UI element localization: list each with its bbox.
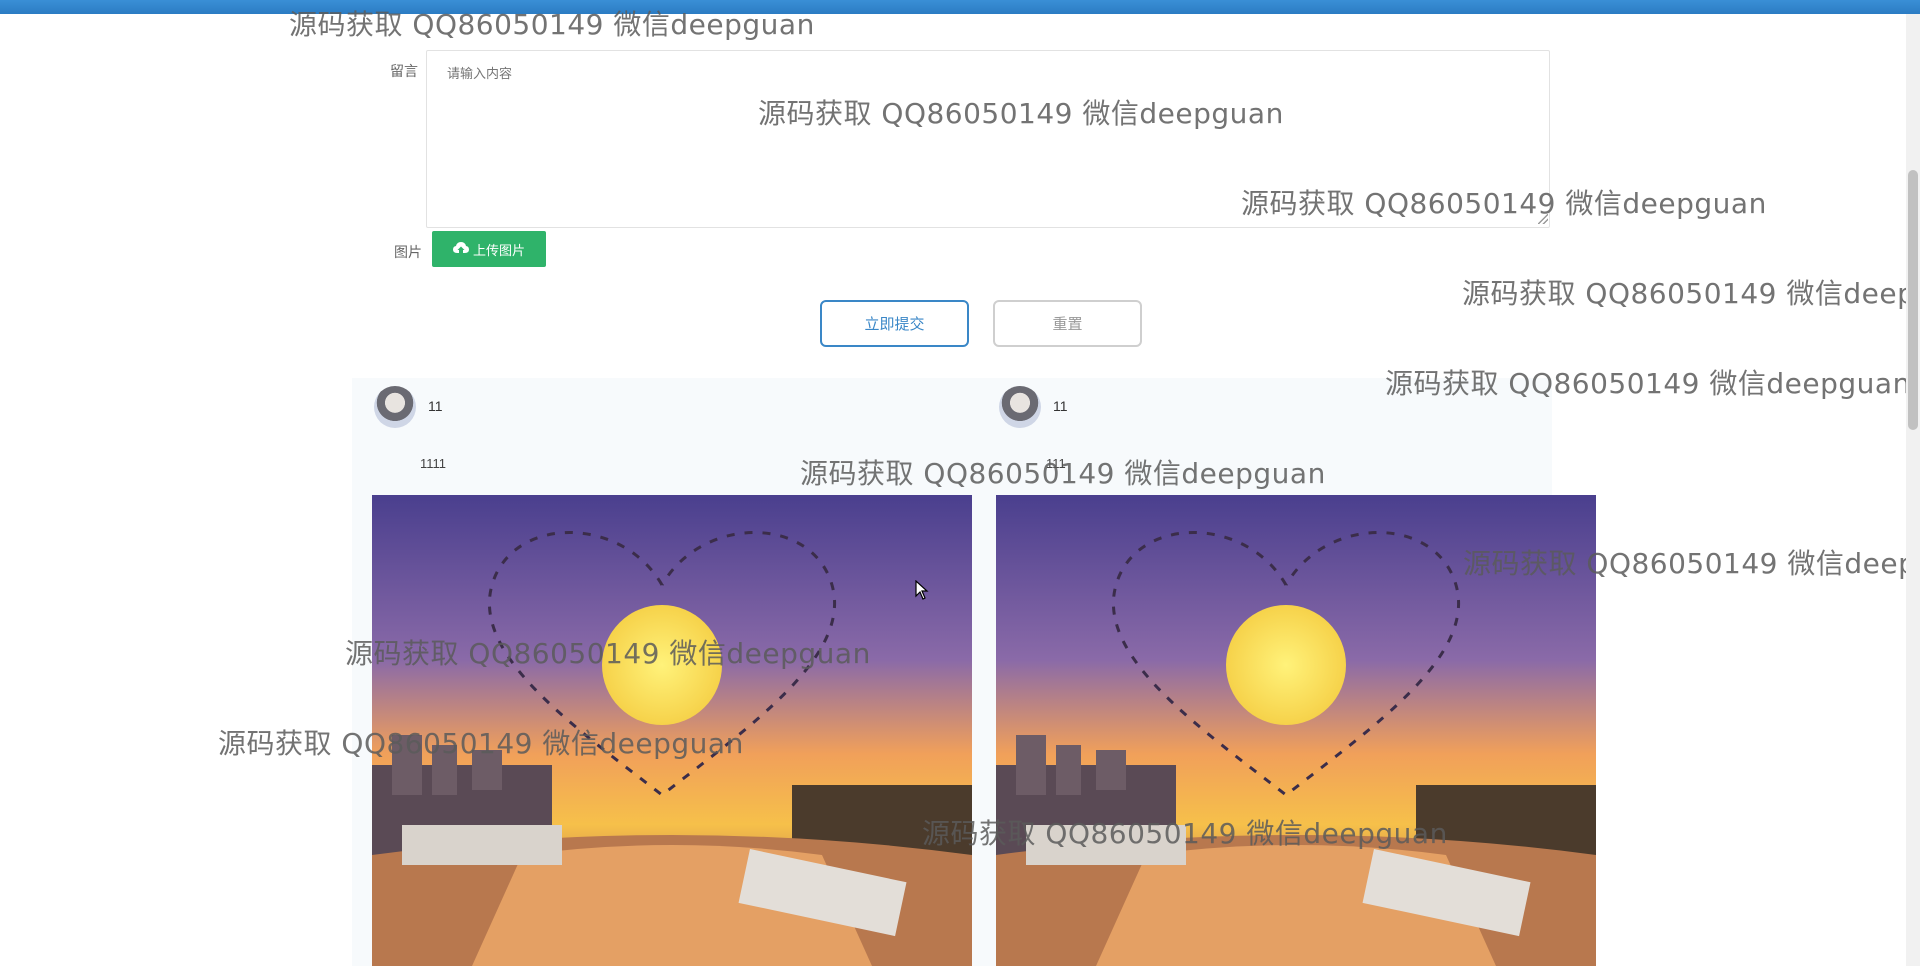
comment-text: 1111: [420, 456, 447, 471]
cloud-upload-icon: [452, 241, 469, 258]
comment-user-name: 11: [1053, 398, 1068, 414]
upload-image-button[interactable]: 上传图片: [432, 231, 546, 267]
reset-button[interactable]: 重置: [993, 300, 1142, 347]
comment-card: 11 111: [976, 378, 1596, 966]
upload-label: 上传图片: [472, 242, 525, 258]
comment-text: 111: [1046, 456, 1066, 471]
scrollbar[interactable]: [1906, 14, 1920, 966]
avatar: [999, 386, 1041, 428]
resize-grip[interactable]: [1538, 214, 1548, 224]
comment-user-name: 11: [428, 398, 443, 414]
watermark: 源码获取 QQ86050149 微信deepguan: [1462, 277, 1920, 310]
comment-card: 11 1111: [352, 378, 972, 966]
avatar: [374, 386, 416, 428]
top-bar: [0, 0, 1920, 14]
image-label: 图片: [394, 244, 422, 260]
scrollbar-thumb[interactable]: [1908, 170, 1918, 430]
comment-image[interactable]: [996, 495, 1596, 966]
message-label: 留言: [390, 63, 418, 79]
comment-image[interactable]: [372, 495, 972, 966]
message-textarea[interactable]: [426, 50, 1550, 228]
mouse-cursor-icon: [915, 579, 929, 605]
submit-button[interactable]: 立即提交: [820, 300, 969, 347]
